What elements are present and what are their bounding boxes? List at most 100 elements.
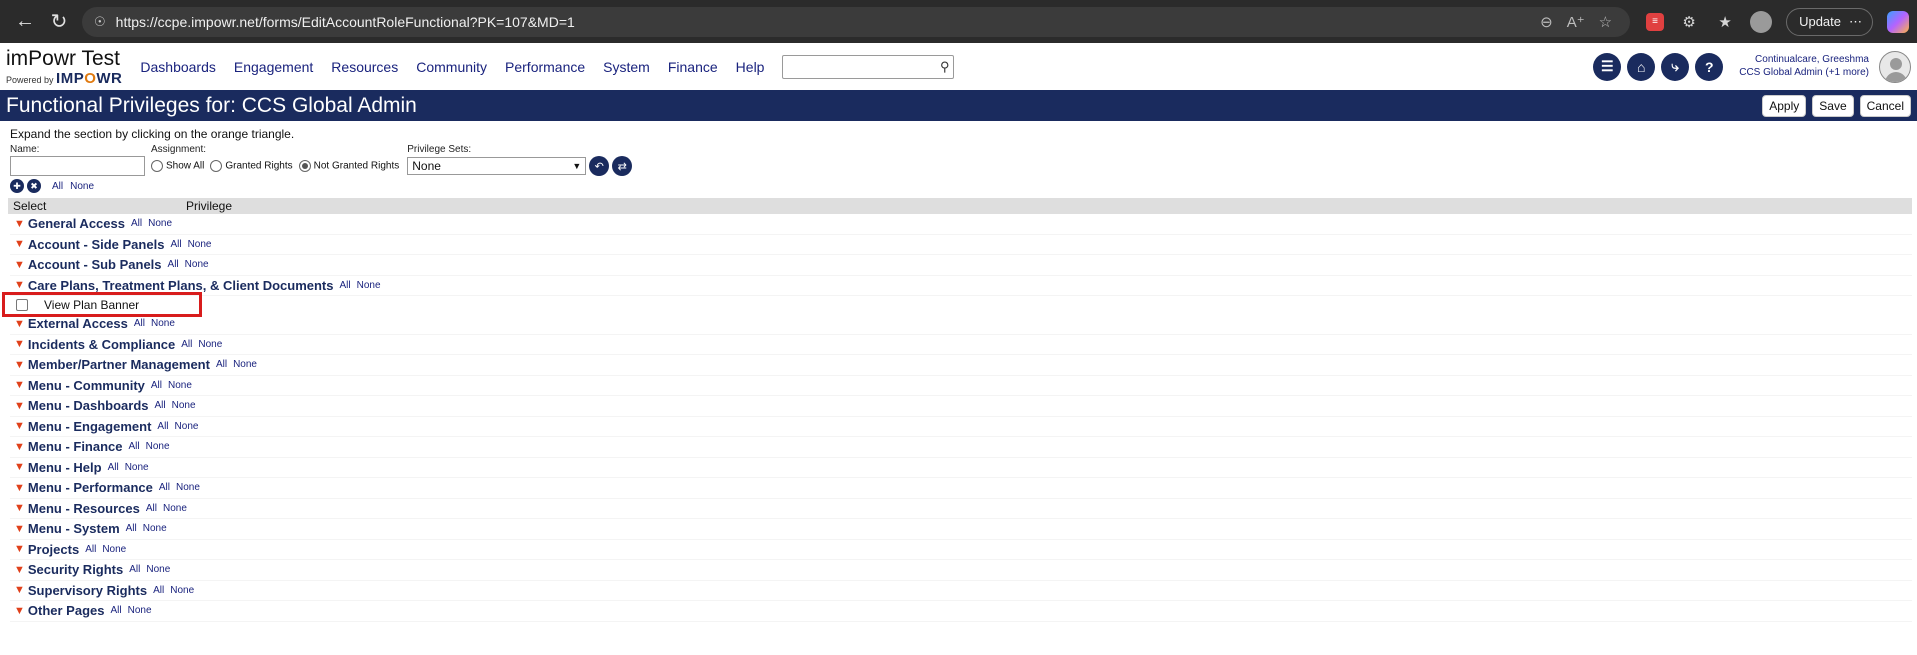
radio-granted-circle[interactable] bbox=[210, 160, 223, 172]
zoom-icon[interactable]: ⊖ bbox=[1540, 13, 1553, 31]
address-bar[interactable]: ☉ https://ccpe.impowr.net/forms/EditAcco… bbox=[82, 6, 1631, 37]
nav-engagement[interactable]: Engagement bbox=[234, 59, 313, 75]
section-none-link[interactable]: None bbox=[233, 359, 257, 370]
search-input[interactable] bbox=[783, 55, 954, 78]
nav-community[interactable]: Community bbox=[416, 59, 487, 75]
section-all-link[interactable]: All bbox=[153, 585, 164, 596]
apply-button[interactable]: Apply bbox=[1762, 94, 1807, 117]
section-all-link[interactable]: All bbox=[159, 482, 170, 493]
section-none-link[interactable]: None bbox=[128, 605, 152, 616]
expand-triangle-icon[interactable]: ▼ bbox=[14, 279, 25, 291]
expand-triangle-icon[interactable]: ▼ bbox=[14, 543, 25, 555]
collapse-all-icon[interactable]: ✖ bbox=[27, 179, 41, 193]
section-none-link[interactable]: None bbox=[151, 318, 175, 329]
section-all-link[interactable]: All bbox=[170, 239, 181, 250]
select-all-link[interactable]: All bbox=[52, 181, 63, 192]
expand-triangle-icon[interactable]: ▼ bbox=[14, 400, 25, 412]
privsets-select[interactable]: None ▼ bbox=[407, 157, 587, 175]
expand-triangle-icon[interactable]: ▼ bbox=[14, 238, 25, 250]
expand-triangle-icon[interactable]: ▼ bbox=[14, 359, 25, 371]
radio-show-all[interactable]: Show All bbox=[151, 160, 204, 172]
section-none-link[interactable]: None bbox=[188, 239, 212, 250]
undo-icon[interactable]: ↶ bbox=[589, 156, 610, 176]
read-aloud-icon[interactable]: A⁺ bbox=[1567, 13, 1585, 31]
section-none-link[interactable]: None bbox=[198, 339, 222, 350]
section-none-link[interactable]: None bbox=[102, 544, 126, 555]
section-all-link[interactable]: All bbox=[216, 359, 227, 370]
section-none-link[interactable]: None bbox=[168, 380, 192, 391]
expand-triangle-icon[interactable]: ▼ bbox=[14, 605, 25, 617]
radio-not-granted[interactable]: Not Granted Rights bbox=[298, 160, 399, 172]
section-none-link[interactable]: None bbox=[176, 482, 200, 493]
section-none-link[interactable]: None bbox=[163, 503, 187, 514]
search-icon[interactable]: ⚲ bbox=[940, 59, 950, 75]
section-all-link[interactable]: All bbox=[181, 339, 192, 350]
section-all-link[interactable]: All bbox=[129, 564, 140, 575]
nav-performance[interactable]: Performance bbox=[505, 59, 585, 75]
brand-logo[interactable]: imPowr Test Powered by IMPOWR bbox=[6, 48, 122, 86]
user-avatar[interactable] bbox=[1879, 50, 1911, 83]
share-icon[interactable]: ⤷ bbox=[1661, 52, 1690, 81]
section-all-link[interactable]: All bbox=[157, 421, 168, 432]
section-all-link[interactable]: All bbox=[129, 441, 140, 452]
section-all-link[interactable]: All bbox=[110, 605, 121, 616]
nav-help[interactable]: Help bbox=[736, 59, 765, 75]
favorites-icon[interactable]: ★ bbox=[1714, 11, 1736, 33]
section-none-link[interactable]: None bbox=[143, 523, 167, 534]
radio-granted[interactable]: Granted Rights bbox=[210, 160, 293, 172]
favorite-star-icon[interactable]: ☆ bbox=[1599, 13, 1612, 31]
extension-red-icon[interactable]: ≡ bbox=[1646, 12, 1665, 31]
section-all-link[interactable]: All bbox=[134, 318, 145, 329]
section-none-link[interactable]: None bbox=[175, 421, 199, 432]
section-none-link[interactable]: None bbox=[146, 441, 170, 452]
profile-avatar-icon[interactable] bbox=[1750, 10, 1773, 33]
expand-triangle-icon[interactable]: ▼ bbox=[14, 318, 25, 330]
section-none-link[interactable]: None bbox=[185, 259, 209, 270]
nav-dashboards[interactable]: Dashboards bbox=[140, 59, 216, 75]
section-all-link[interactable]: All bbox=[126, 523, 137, 534]
home-icon[interactable]: ⌂ bbox=[1627, 52, 1656, 81]
expand-triangle-icon[interactable]: ▼ bbox=[14, 259, 25, 271]
extensions-puzzle-icon[interactable]: ⚙ bbox=[1678, 11, 1700, 33]
expand-triangle-icon[interactable]: ▼ bbox=[14, 584, 25, 596]
expand-all-icon[interactable]: ✚ bbox=[10, 179, 24, 193]
section-all-link[interactable]: All bbox=[155, 400, 166, 411]
back-icon[interactable]: ← bbox=[8, 5, 42, 39]
more-menu-icon[interactable]: ⋯ bbox=[1849, 14, 1862, 30]
expand-triangle-icon[interactable]: ▼ bbox=[14, 441, 25, 453]
list-menu-icon[interactable]: ☰ bbox=[1593, 52, 1622, 81]
section-all-link[interactable]: All bbox=[108, 462, 119, 473]
expand-triangle-icon[interactable]: ▼ bbox=[14, 482, 25, 494]
section-none-link[interactable]: None bbox=[172, 400, 196, 411]
section-all-link[interactable]: All bbox=[146, 503, 157, 514]
select-none-link[interactable]: None bbox=[70, 181, 94, 192]
radio-show-all-circle[interactable] bbox=[151, 160, 163, 172]
nav-finance[interactable]: Finance bbox=[668, 59, 718, 75]
section-none-link[interactable]: None bbox=[148, 218, 172, 229]
expand-triangle-icon[interactable]: ▼ bbox=[14, 502, 25, 514]
expand-triangle-icon[interactable]: ▼ bbox=[14, 461, 25, 473]
user-info[interactable]: Continualcare, Greeshma CCS Global Admin… bbox=[1739, 54, 1869, 79]
expand-triangle-icon[interactable]: ▼ bbox=[14, 523, 25, 535]
cancel-button[interactable]: Cancel bbox=[1859, 94, 1911, 117]
refresh-icon[interactable]: ↻ bbox=[42, 5, 76, 39]
section-none-link[interactable]: None bbox=[146, 564, 170, 575]
save-button[interactable]: Save bbox=[1812, 94, 1854, 117]
section-none-link[interactable]: None bbox=[357, 280, 381, 291]
expand-triangle-icon[interactable]: ▼ bbox=[14, 564, 25, 576]
radio-not-granted-circle[interactable] bbox=[298, 160, 311, 172]
section-none-link[interactable]: None bbox=[125, 462, 149, 473]
section-all-link[interactable]: All bbox=[151, 380, 162, 391]
section-none-link[interactable]: None bbox=[170, 585, 194, 596]
section-all-link[interactable]: All bbox=[85, 544, 96, 555]
nav-system[interactable]: System bbox=[603, 59, 650, 75]
sync-icon[interactable]: ⇄ bbox=[612, 156, 633, 176]
section-all-link[interactable]: All bbox=[339, 280, 350, 291]
site-info-icon[interactable]: ☉ bbox=[94, 14, 106, 30]
update-button[interactable]: Update ⋯ bbox=[1786, 7, 1873, 36]
name-field[interactable] bbox=[10, 156, 145, 176]
nav-resources[interactable]: Resources bbox=[331, 59, 398, 75]
expand-triangle-icon[interactable]: ▼ bbox=[14, 218, 25, 230]
section-all-link[interactable]: All bbox=[131, 218, 142, 229]
copilot-icon[interactable] bbox=[1887, 10, 1909, 33]
